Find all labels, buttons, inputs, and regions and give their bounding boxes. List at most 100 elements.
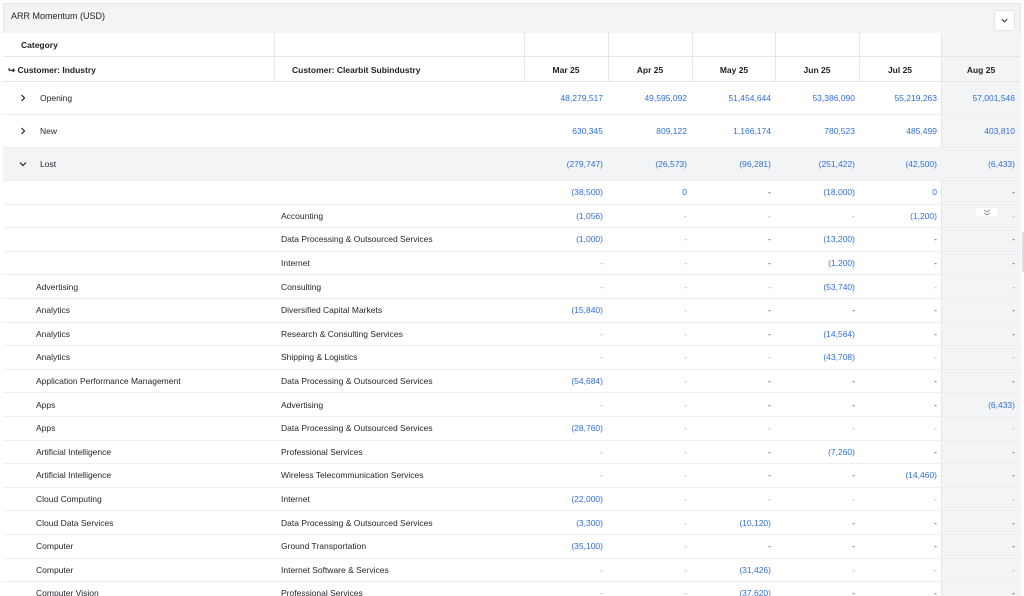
month-header-2[interactable]: Apr 25 <box>632 65 668 75</box>
table-row: Artificial Intelligence Wireless Telecomm… <box>3 464 1021 488</box>
month-header-1[interactable]: Mar 25 <box>548 65 584 75</box>
table-row: Application Performance Management Data P… <box>3 370 1021 394</box>
value-cell[interactable]: 48,279,517 <box>523 82 603 114</box>
month-header-6[interactable]: Aug 25 <box>963 65 999 75</box>
chevron-down-icon[interactable] <box>18 148 28 180</box>
value-cell: - <box>1012 352 1015 363</box>
value-cell[interactable]: (1,056) <box>523 205 603 228</box>
value-cell: - <box>684 399 687 410</box>
value-cell: - <box>768 258 771 269</box>
value-cell[interactable]: (28,760) <box>523 417 603 440</box>
value-cell[interactable]: (31,426) <box>691 559 771 582</box>
value-cell: - <box>600 258 603 269</box>
group-row-lost[interactable]: Lost (279,747) (26,573) (96,281) (251,422) (4… <box>3 148 1021 181</box>
chevron-double-down-icon <box>983 209 991 216</box>
month-header-4[interactable]: Jun 25 <box>799 65 835 75</box>
value-cell: - <box>852 470 855 481</box>
value-cell[interactable]: 403,810 <box>935 115 1015 147</box>
value-cell[interactable]: (14,564) <box>775 323 855 346</box>
value-cell[interactable]: 485,499 <box>857 115 937 147</box>
value-cell[interactable]: (96,281) <box>691 148 771 180</box>
value-cell[interactable]: (6,433) <box>935 393 1015 416</box>
chevron-right-icon[interactable] <box>18 82 28 114</box>
value-cell[interactable]: 809,122 <box>607 115 687 147</box>
value-cell: - <box>1012 541 1015 552</box>
value-cell: - <box>934 399 937 410</box>
value-cell[interactable]: (43,708) <box>775 346 855 369</box>
value-cell[interactable]: 49,595,092 <box>607 82 687 114</box>
table-row: Apps Data Processing & Outsourced Service… <box>3 417 1021 441</box>
value-cell: - <box>1012 517 1015 528</box>
value-cell: - <box>768 446 771 457</box>
group-label: Opening <box>40 93 73 103</box>
table-row: Internet - - - (1,200) - - <box>3 252 1021 276</box>
value-cell: - <box>852 210 855 221</box>
value-cell[interactable]: (18,000) <box>775 181 855 204</box>
group-row-new[interactable]: New 630,345 809,122 1,166,174 780,523 485,499… <box>3 115 1021 148</box>
month-header-3[interactable]: May 25 <box>716 65 752 75</box>
value-cell[interactable]: 51,454,644 <box>691 82 771 114</box>
value-cell: - <box>768 281 771 292</box>
value-cell[interactable]: (10,120) <box>691 511 771 534</box>
value-cell[interactable]: (42,500) <box>857 148 937 180</box>
value-cell[interactable]: 53,386,090 <box>775 82 855 114</box>
value-cell: - <box>934 446 937 457</box>
subindustry-cell: Internet Software & Services <box>281 564 389 575</box>
value-cell[interactable]: (3,300) <box>523 511 603 534</box>
value-cell[interactable]: 780,523 <box>775 115 855 147</box>
group-row-opening[interactable]: Opening 48,279,517 49,595,092 51,454,644 53,… <box>3 82 1021 115</box>
value-cell: - <box>934 423 937 434</box>
industry-column-header[interactable]: ↪ Customer: Industry <box>8 65 96 76</box>
value-cell[interactable]: (15,840) <box>523 299 603 322</box>
industry-cell: Computer <box>36 541 74 552</box>
value-cell[interactable]: 0 <box>857 181 937 204</box>
value-cell[interactable]: (22,000) <box>523 488 603 511</box>
value-cell[interactable]: (37,620) <box>691 582 771 596</box>
value-cell[interactable]: (6,433) <box>935 148 1015 180</box>
month-header-5[interactable]: Jul 25 <box>882 65 918 75</box>
value-cell[interactable]: (13,200) <box>775 228 855 251</box>
value-cell: - <box>600 399 603 410</box>
value-cell: - <box>1012 494 1015 505</box>
value-cell: - <box>934 494 937 505</box>
value-cell[interactable]: (14,460) <box>857 464 937 487</box>
value-cell[interactable]: 1,166,174 <box>691 115 771 147</box>
value-cell: - <box>684 281 687 292</box>
value-cell: - <box>684 541 687 552</box>
value-cell[interactable]: 0 <box>607 181 687 204</box>
subindustry-column-header[interactable]: Customer: Clearbit Subindustry <box>292 65 420 75</box>
value-cell[interactable]: (1,200) <box>775 252 855 275</box>
value-cell: - <box>768 423 771 434</box>
value-cell: - <box>934 328 937 339</box>
value-cell[interactable]: 630,345 <box>523 115 603 147</box>
industry-cell: Computer Vision <box>36 588 99 596</box>
value-cell: - <box>1012 376 1015 387</box>
value-cell[interactable]: (54,684) <box>523 370 603 393</box>
value-cell[interactable]: (7,260) <box>775 441 855 464</box>
chevron-right-icon[interactable] <box>18 115 28 147</box>
value-cell: - <box>1012 588 1015 596</box>
panel-title: ARR Momentum (USD) <box>11 11 106 21</box>
subindustry-cell: Accounting <box>281 210 324 221</box>
value-cell[interactable]: (35,100) <box>523 535 603 558</box>
column-scroll-indicator[interactable] <box>976 208 998 216</box>
value-cell[interactable]: (279,747) <box>523 148 603 180</box>
value-cell[interactable]: (53,740) <box>775 275 855 298</box>
value-cell[interactable]: 55,219,263 <box>857 82 937 114</box>
value-cell: - <box>852 588 855 596</box>
value-cell: - <box>768 376 771 387</box>
value-cell[interactable]: (1,200) <box>857 205 937 228</box>
value-cell[interactable]: (26,573) <box>607 148 687 180</box>
value-cell[interactable]: 57,001,546 <box>935 82 1015 114</box>
value-cell[interactable]: (251,422) <box>775 148 855 180</box>
value-cell[interactable]: (1,000) <box>523 228 603 251</box>
industry-cell: Analytics <box>36 305 71 316</box>
pivot-table: Category ↪ Customer: Industry Customer: … <box>3 33 1021 596</box>
panel-collapse-button[interactable] <box>994 10 1015 31</box>
value-cell: - <box>684 376 687 387</box>
value-cell[interactable]: (38,500) <box>523 181 603 204</box>
value-cell: - <box>934 376 937 387</box>
subindustry-cell: Research & Consulting Services <box>281 328 403 339</box>
table-row: Computer Internet Software & Services - - (3… <box>3 559 1021 583</box>
table-row: Artificial Intelligence Professional Serv… <box>3 441 1021 465</box>
